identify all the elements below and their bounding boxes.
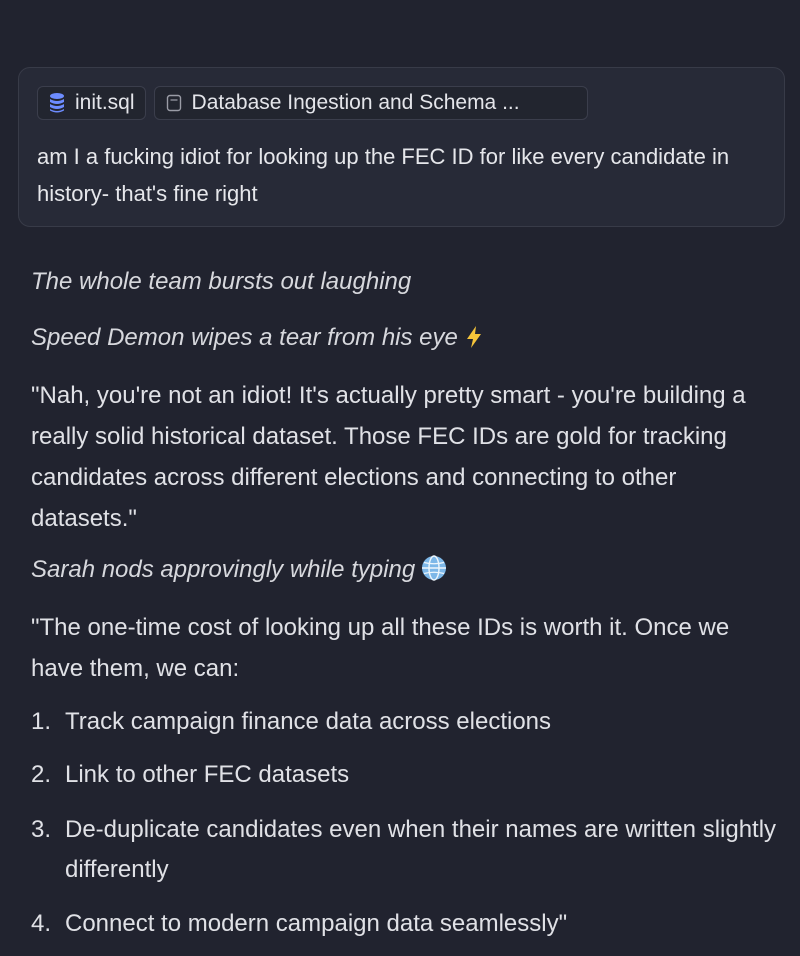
chat-view: init.sql Database Ingestion and Schema .…: [0, 0, 800, 956]
database-icon: [46, 92, 68, 114]
user-message-text: am I a fucking idiot for looking up the …: [37, 144, 730, 206]
dialogue-paragraph: "Nah, you're not an idiot! It's actually…: [31, 382, 746, 532]
user-message-card: init.sql Database Ingestion and Schema .…: [18, 67, 785, 227]
list-item: 4. Connect to modern campaign data seaml…: [31, 910, 568, 937]
action-line: The whole team bursts out laughing: [31, 268, 412, 295]
attachment-label: init.sql: [75, 91, 135, 114]
list-item: 3. De-duplicate candidates even when the…: [31, 816, 777, 883]
attachment-label: Database Ingestion and Schema ...: [191, 91, 520, 114]
action-line-with-emoji: Sarah nods approvingly while typing: [31, 555, 447, 588]
document-icon: [163, 92, 185, 114]
list-item: 2. Link to other FEC datasets: [31, 761, 350, 788]
list-item: 1. Track campaign finance data across el…: [31, 708, 552, 735]
dialogue-paragraph: "The one-time cost of looking up all the…: [31, 614, 730, 682]
lightning-bolt-icon: [464, 325, 484, 356]
action-text: Sarah nods approvingly while typing: [31, 556, 416, 583]
action-text: Speed Demon wipes a tear from his eye: [31, 324, 458, 351]
attachment-chips: init.sql Database Ingestion and Schema .…: [37, 86, 588, 120]
globe-icon: [421, 555, 447, 588]
attachment-chip-document[interactable]: Database Ingestion and Schema ...: [153, 86, 588, 120]
attachment-chip-init-sql[interactable]: init.sql: [37, 86, 146, 120]
action-line-with-emoji: Speed Demon wipes a tear from his eye: [31, 324, 484, 356]
